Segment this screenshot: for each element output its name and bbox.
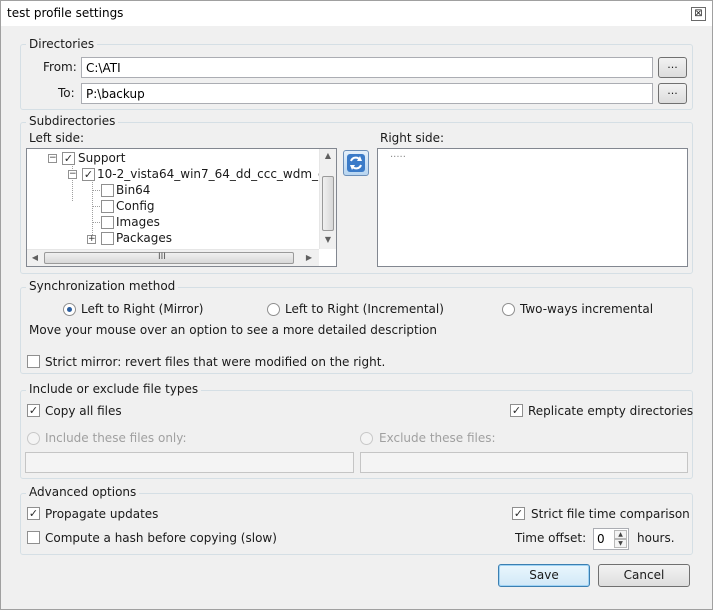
tree-item-label[interactable]: Support (78, 151, 125, 165)
replicate-empty-label[interactable]: Replicate empty directories (528, 404, 693, 418)
right-tree-placeholder: ..... (390, 149, 406, 160)
expand-icon[interactable]: + (87, 235, 96, 244)
tree-vertical-scrollbar[interactable]: ▲ ▼ (319, 149, 336, 249)
tree-connector (92, 190, 100, 191)
to-label: To: (58, 86, 75, 100)
tree-item-checkbox[interactable] (101, 232, 114, 245)
propagate-updates-checkbox[interactable]: ✓ (27, 507, 40, 520)
include-only-field[interactable] (25, 452, 354, 473)
close-icon[interactable]: ⊠ (691, 7, 706, 21)
tree-item-checkbox[interactable] (101, 216, 114, 229)
scroll-right-icon[interactable]: ▶ (304, 253, 314, 262)
radio-incremental-label[interactable]: Left to Right (Incremental) (285, 302, 444, 316)
strict-mirror-checkbox[interactable] (27, 355, 40, 368)
scroll-up-icon[interactable]: ▲ (320, 151, 336, 160)
right-side-label: Right side: (380, 131, 445, 145)
tree-connector (92, 206, 100, 207)
right-tree[interactable]: ..... (377, 148, 688, 267)
directories-legend: Directories (26, 37, 98, 51)
radio-two-ways[interactable] (502, 303, 515, 316)
copy-all-label[interactable]: Copy all files (45, 404, 122, 418)
scroll-grip: III (158, 252, 166, 262)
collapse-icon[interactable]: − (48, 154, 57, 163)
time-offset-stepper[interactable]: ▲ ▼ (593, 528, 629, 550)
refresh-icon (347, 154, 365, 172)
settings-window: test profile settings ⊠ Directories From… (0, 0, 713, 610)
collapse-icon[interactable]: − (68, 170, 77, 179)
file-types-legend: Include or exclude file types (26, 382, 202, 396)
tree-item-label[interactable]: Bin64 (116, 183, 150, 197)
scroll-thumb[interactable]: III (44, 252, 294, 264)
strict-mirror-label[interactable]: Strict mirror: revert files that were mo… (45, 355, 385, 369)
stepper-down-icon[interactable]: ▼ (614, 539, 627, 548)
exclude-label[interactable]: Exclude these files: (379, 431, 496, 445)
scroll-down-icon[interactable]: ▼ (320, 235, 336, 244)
sync-hint: Move your mouse over an option to see a … (29, 323, 438, 337)
replicate-empty-checkbox[interactable]: ✓ (510, 404, 523, 417)
stepper-up-icon[interactable]: ▲ (614, 530, 627, 539)
tree-item-label[interactable]: Images (116, 215, 160, 229)
left-side-label: Left side: (29, 131, 85, 145)
exclude-field[interactable] (360, 452, 688, 473)
tree-item-label[interactable]: Config (116, 199, 155, 213)
scroll-left-icon[interactable]: ◀ (30, 253, 40, 262)
title-bar: test profile settings ⊠ (1, 1, 712, 26)
tree-connector (92, 179, 93, 241)
time-offset-label: Time offset: (515, 531, 587, 545)
to-browse-button[interactable]: ... (658, 83, 687, 104)
tree-item-checkbox[interactable] (101, 200, 114, 213)
tree-item-checkbox[interactable] (101, 184, 114, 197)
tree-item-checkbox[interactable]: ✓ (82, 168, 95, 181)
radio-mirror-label[interactable]: Left to Right (Mirror) (81, 302, 203, 316)
tree-item-checkbox[interactable]: ✓ (62, 152, 75, 165)
strict-time-label[interactable]: Strict file time comparison (531, 507, 690, 521)
compute-hash-label[interactable]: Compute a hash before copying (slow) (45, 531, 277, 545)
tree-item-label[interactable]: 10-2_vista64_win7_64_dd_ccc_wdm_e (97, 167, 325, 181)
window-title: test profile settings (7, 6, 124, 20)
strict-time-checkbox[interactable]: ✓ (512, 507, 525, 520)
refresh-button[interactable] (343, 150, 369, 176)
time-offset-unit: hours. (637, 531, 675, 545)
compute-hash-checkbox[interactable] (27, 531, 40, 544)
time-offset-field[interactable] (595, 530, 613, 548)
subdirectories-legend: Subdirectories (26, 114, 119, 128)
include-only-radio[interactable] (27, 432, 40, 445)
sync-method-legend: Synchronization method (26, 279, 179, 293)
tree-horizontal-scrollbar[interactable]: ◀ III ▶ (27, 249, 319, 266)
tree-item-label[interactable]: Packages (116, 231, 172, 245)
left-tree[interactable]: − ✓ Support − ✓ 10-2_vista64_win7_64_dd_… (26, 148, 337, 267)
save-button[interactable]: Save (498, 564, 590, 587)
radio-mirror[interactable] (63, 303, 76, 316)
from-field[interactable] (81, 57, 653, 78)
to-field[interactable] (81, 83, 653, 104)
include-only-label[interactable]: Include these files only: (45, 431, 187, 445)
exclude-radio[interactable] (360, 432, 373, 445)
copy-all-checkbox[interactable]: ✓ (27, 404, 40, 417)
tree-connector (92, 222, 100, 223)
advanced-options-legend: Advanced options (26, 485, 140, 499)
from-label: From: (43, 60, 77, 74)
radio-two-ways-label[interactable]: Two-ways incremental (520, 302, 653, 316)
scroll-thumb[interactable] (322, 176, 334, 231)
cancel-button[interactable]: Cancel (598, 564, 690, 587)
propagate-updates-label[interactable]: Propagate updates (45, 507, 158, 521)
radio-incremental[interactable] (267, 303, 280, 316)
from-browse-button[interactable]: ... (658, 57, 687, 78)
